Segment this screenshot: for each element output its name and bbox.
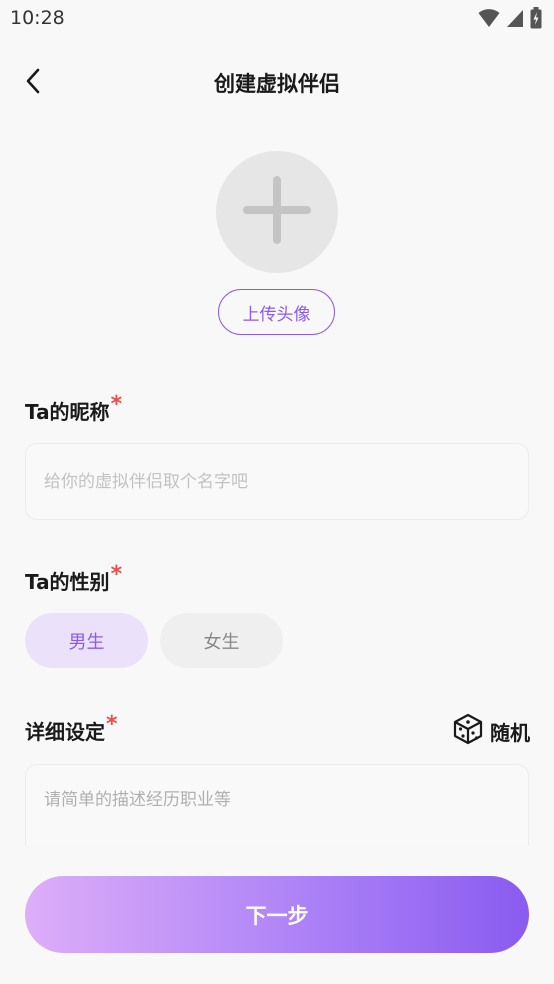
details-input-wrapper bbox=[25, 764, 529, 846]
create-companion-screen: 10:28 创建虚拟伴侣 上传头像 Ta的昵称* 给你的虚拟伴侣取个名字吧 Ta… bbox=[0, 0, 554, 984]
plus-icon bbox=[242, 175, 312, 249]
status-bar: 10:28 bbox=[0, 0, 554, 40]
page-title: 创建虚拟伴侣 bbox=[214, 72, 340, 96]
gender-option-male[interactable]: 男生 bbox=[25, 613, 148, 668]
next-button[interactable]: 下一步 bbox=[25, 876, 529, 953]
nickname-label-text: Ta的昵称 bbox=[25, 400, 110, 424]
battery-icon bbox=[530, 7, 542, 33]
dice-icon bbox=[452, 713, 484, 750]
upload-avatar-button[interactable]: 上传头像 bbox=[218, 289, 335, 335]
wifi-icon bbox=[478, 8, 500, 32]
details-label-text: 详细设定 bbox=[25, 720, 105, 744]
nickname-label: Ta的昵称* bbox=[25, 392, 122, 425]
details-input[interactable] bbox=[25, 764, 529, 846]
status-icons bbox=[478, 7, 542, 33]
avatar-picker[interactable] bbox=[216, 151, 338, 273]
gender-label-text: Ta的性别 bbox=[25, 570, 110, 594]
required-mark: * bbox=[110, 392, 123, 417]
required-mark: * bbox=[110, 562, 123, 587]
signal-icon bbox=[506, 8, 524, 32]
random-button[interactable]: 随机 bbox=[452, 712, 530, 750]
random-label: 随机 bbox=[490, 720, 530, 745]
gender-option-female[interactable]: 女生 bbox=[160, 613, 283, 668]
nickname-input[interactable] bbox=[25, 443, 529, 520]
gender-label: Ta的性别* bbox=[25, 562, 122, 595]
details-label: 详细设定* bbox=[25, 712, 118, 745]
status-time: 10:28 bbox=[10, 7, 65, 29]
required-mark: * bbox=[106, 712, 118, 737]
